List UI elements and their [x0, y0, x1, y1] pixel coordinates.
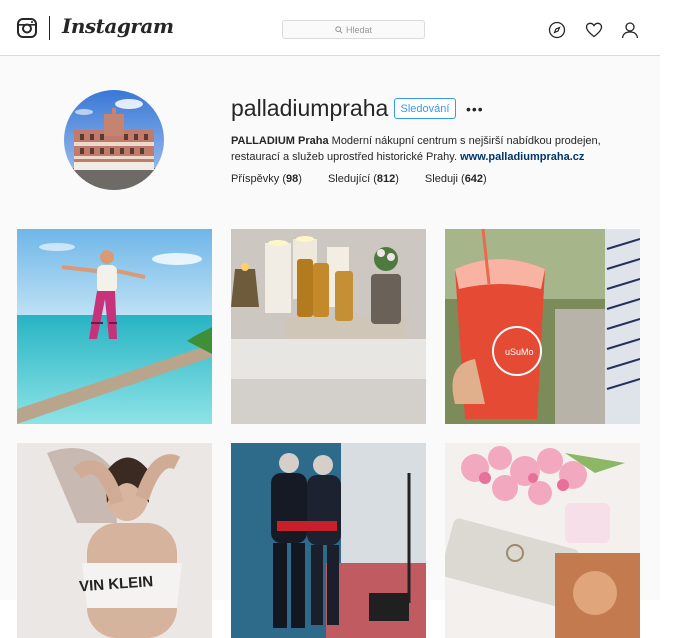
- post-tile-underwear-model[interactable]: VIN KLEIN: [17, 443, 212, 638]
- following-button[interactable]: Sledování: [394, 98, 456, 119]
- search-input[interactable]: Hledat: [282, 20, 425, 39]
- stat-posts[interactable]: Příspěvky (98): [231, 173, 302, 185]
- bio-website-link[interactable]: www.palladiumpraha.cz: [460, 151, 584, 163]
- svg-text:uSuMo: uSuMo: [505, 347, 534, 357]
- profile-stats: Příspěvky (98) Sledující (812) Sleduji (…: [231, 173, 513, 185]
- post-tile-flowers-clutch[interactable]: [445, 443, 640, 638]
- top-navigation: Instagram Hledat: [0, 0, 660, 56]
- stat-following[interactable]: Sleduji (642): [425, 173, 487, 185]
- explore-compass-icon[interactable]: [548, 21, 566, 39]
- post-tile-smoothie[interactable]: uSuMo: [445, 229, 640, 424]
- search-icon: [335, 25, 343, 34]
- bio-name: PALLADIUM Praha: [231, 135, 329, 147]
- profile-username: palladiumpraha: [231, 95, 389, 121]
- heart-icon[interactable]: [585, 21, 603, 39]
- post-tile-yoga[interactable]: [17, 229, 212, 424]
- instagram-wordmark[interactable]: Instagram: [62, 14, 174, 38]
- right-margin: [660, 0, 678, 618]
- profile-avatar: [64, 90, 164, 190]
- nav-divider: [49, 16, 50, 40]
- post-tile-candles[interactable]: [231, 229, 426, 424]
- instagram-glyph-icon[interactable]: [17, 18, 37, 38]
- stat-followers[interactable]: Sledující (812): [328, 173, 399, 185]
- search-placeholder: Hledat: [345, 24, 372, 35]
- more-options-icon[interactable]: •••: [466, 101, 484, 117]
- post-tile-mannequins[interactable]: [231, 443, 426, 638]
- profile-icon[interactable]: [621, 21, 639, 39]
- profile-bio: PALLADIUM Praha Moderní nákupní centrum …: [231, 133, 616, 165]
